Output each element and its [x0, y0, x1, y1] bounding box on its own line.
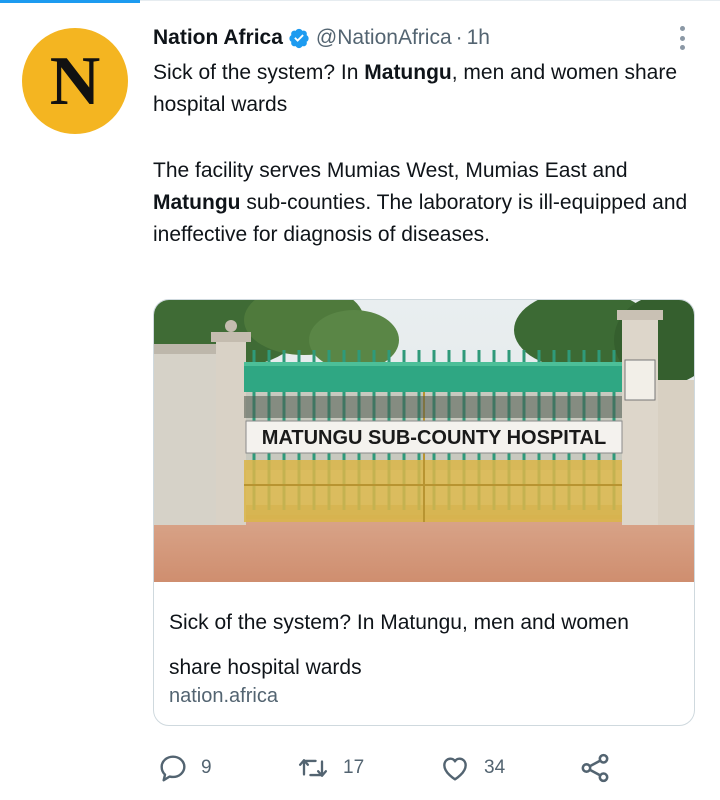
- retweet-button[interactable]: 17: [295, 746, 364, 790]
- reply-count: 9: [201, 757, 212, 778]
- sign-text: MATUNGU SUB-COUNTY HOSPITAL: [262, 427, 606, 449]
- avatar-letter: N: [49, 43, 101, 120]
- heart-icon: [443, 757, 467, 781]
- card-domain[interactable]: nation.africa: [169, 685, 278, 708]
- reply-icon: [160, 755, 186, 782]
- share-icon: [581, 753, 609, 783]
- retweet-icon: [298, 759, 328, 777]
- keyword-highlight: Matungu: [364, 61, 452, 84]
- share-button[interactable]: [578, 746, 612, 790]
- hospital-gate-photo: MATUNGU SUB-COUNTY HOSPITAL: [154, 300, 694, 582]
- timestamp[interactable]: 1h: [467, 26, 490, 50]
- more-options-icon[interactable]: [672, 24, 692, 52]
- tweet-paragraph: The facility serves Mumias West, Mumias …: [153, 159, 688, 246]
- link-preview-card[interactable]: MATUNGU SUB-COUNTY HOSPITAL Sick of the …: [153, 299, 695, 726]
- tweet-text: Sick of the system? In Matungu, men and …: [153, 57, 693, 251]
- separator-dot: ·: [455, 26, 463, 49]
- reply-button[interactable]: 9: [157, 746, 212, 790]
- tweet[interactable]: N Nation Africa @NationAfrica · 1h Sick …: [0, 0, 720, 800]
- author-name[interactable]: Nation Africa: [153, 26, 283, 50]
- like-button[interactable]: 34: [438, 746, 505, 790]
- tweet-header: Nation Africa @NationAfrica · 1h: [153, 23, 490, 53]
- retweet-count: 17: [343, 757, 365, 778]
- keyword-highlight: Matungu: [153, 191, 241, 214]
- tweet-paragraph: Sick of the system? In Matungu, men and …: [153, 61, 678, 116]
- card-title[interactable]: Sick of the system? In Matungu, men and …: [169, 600, 684, 690]
- action-bar: 9 17 34: [0, 746, 720, 790]
- author-handle[interactable]: @NationAfrica: [316, 26, 452, 50]
- avatar[interactable]: N: [22, 28, 128, 134]
- verified-badge-icon: [289, 28, 309, 49]
- like-count: 34: [484, 757, 506, 778]
